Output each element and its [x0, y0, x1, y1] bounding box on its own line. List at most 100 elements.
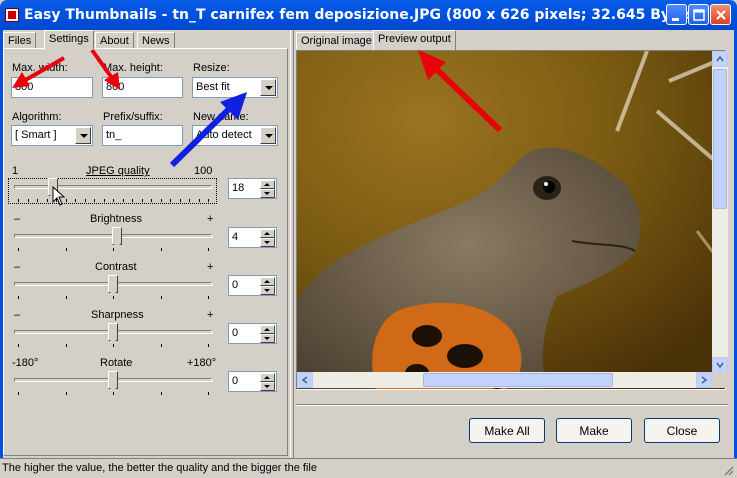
app-icon[interactable] — [5, 8, 19, 22]
preview-image[interactable] — [296, 50, 726, 390]
close-window-button[interactable] — [710, 4, 731, 25]
contrast-label: Contrast — [95, 261, 137, 273]
jpeg-quality-label: JPEG quality — [86, 165, 150, 177]
max-height-input[interactable]: 800 — [102, 77, 183, 98]
jpeg-slider[interactable] — [14, 185, 212, 189]
slider-tick — [170, 199, 171, 202]
new-name-label: New name: — [193, 111, 249, 123]
rotate-slider-thumb[interactable] — [108, 371, 118, 393]
resize-grip-icon[interactable] — [722, 464, 734, 476]
slider-tick — [18, 296, 19, 299]
horizontal-scroll-thumb[interactable] — [423, 373, 613, 387]
new-name-select[interactable]: Auto detect — [192, 125, 278, 146]
make-button[interactable]: Make — [556, 418, 632, 443]
tab-files[interactable]: Files — [3, 32, 37, 49]
algorithm-select[interactable]: [ Smart ] — [11, 125, 93, 146]
sharpness-spinner[interactable]: 0 — [228, 323, 277, 344]
slider-tick — [18, 344, 19, 347]
jpeg-quality-spinner[interactable]: 18 — [228, 178, 277, 199]
rotate-slider-ticks — [18, 392, 209, 395]
sharpness-label: Sharpness — [91, 309, 144, 321]
mouse-cursor-icon — [52, 186, 66, 206]
slider-tick — [66, 296, 67, 299]
contrast-min-label: – — [14, 261, 21, 273]
brightness-slider-thumb[interactable] — [112, 227, 122, 249]
tab-original-image[interactable]: Original image — [296, 32, 377, 49]
slider-tick — [113, 248, 114, 251]
scroll-right-icon[interactable] — [696, 372, 712, 388]
vertical-scroll-thumb[interactable] — [713, 69, 727, 209]
chevron-down-icon[interactable] — [260, 127, 276, 144]
slider-tick — [66, 344, 67, 347]
spin-down-icon[interactable] — [260, 238, 275, 247]
resize-select[interactable]: Best fit — [192, 77, 278, 98]
rotate-spinner[interactable]: 0 — [228, 371, 277, 392]
window-title: Easy Thumbnails - tn_T carnifex fem depo… — [24, 7, 701, 23]
tab-news[interactable]: News — [137, 32, 175, 49]
sharpness-slider-thumb[interactable] — [108, 323, 118, 345]
jpeg-slider-ticks — [18, 199, 209, 202]
make-all-button[interactable]: Make All — [469, 418, 545, 443]
slider-tick — [113, 392, 114, 395]
tab-about[interactable]: About — [95, 32, 134, 49]
spin-up-icon[interactable] — [260, 229, 275, 238]
resize-label: Resize: — [193, 62, 230, 74]
prefix-input[interactable]: tn_ — [102, 125, 183, 146]
slider-tick — [132, 199, 133, 202]
slider-tick — [66, 248, 67, 251]
newt-photo — [297, 51, 725, 389]
max-width-input[interactable]: 800 — [11, 77, 93, 98]
slider-tick — [189, 199, 190, 202]
slider-tick — [104, 199, 105, 202]
scroll-left-icon[interactable] — [297, 372, 313, 388]
slider-tick — [161, 296, 162, 299]
brightness-max-label: + — [207, 213, 214, 225]
brightness-label: Brightness — [90, 213, 142, 225]
slider-tick — [199, 199, 200, 202]
slider-tick — [208, 344, 209, 347]
spin-up-icon[interactable] — [260, 373, 275, 382]
slider-tick — [18, 199, 19, 202]
contrast-spinner[interactable]: 0 — [228, 275, 277, 296]
vertical-scrollbar[interactable] — [712, 51, 728, 373]
slider-tick — [85, 199, 86, 202]
button-separator — [296, 404, 728, 406]
spin-down-icon[interactable] — [260, 382, 275, 391]
scroll-up-icon[interactable] — [712, 51, 728, 67]
brightness-spinner[interactable]: 4 — [228, 227, 277, 248]
spin-down-icon[interactable] — [260, 334, 275, 343]
slider-tick — [161, 344, 162, 347]
scroll-down-icon[interactable] — [712, 357, 728, 373]
close-button[interactable]: Close — [644, 418, 720, 443]
chevron-down-icon[interactable] — [75, 127, 91, 144]
slider-tick — [161, 392, 162, 395]
sharpness-max-label: + — [207, 309, 214, 321]
minimize-button[interactable] — [666, 4, 687, 25]
contrast-slider-thumb[interactable] — [108, 275, 118, 297]
chevron-down-icon[interactable] — [260, 79, 276, 96]
slider-tick — [208, 199, 209, 202]
slider-tick — [18, 248, 19, 251]
tab-settings[interactable]: Settings — [44, 30, 94, 50]
spin-up-icon[interactable] — [260, 325, 275, 334]
tab-preview-output[interactable]: Preview output — [373, 30, 456, 50]
spin-down-icon[interactable] — [260, 286, 275, 295]
slider-tick — [142, 199, 143, 202]
spin-down-icon[interactable] — [260, 189, 275, 198]
title-bar[interactable]: Easy Thumbnails - tn_T carnifex fem depo… — [0, 0, 737, 30]
horizontal-scrollbar[interactable] — [297, 372, 712, 388]
rotate-max-label: +180° — [187, 357, 217, 369]
maximize-button[interactable] — [688, 4, 709, 25]
slider-tick — [37, 199, 38, 202]
slider-tick — [66, 392, 67, 395]
panel-splitter[interactable] — [290, 30, 294, 458]
rotate-min-label: -180° — [12, 357, 39, 369]
slider-tick — [161, 199, 162, 202]
slider-tick — [66, 199, 67, 202]
spin-up-icon[interactable] — [260, 180, 275, 189]
brightness-min-label: – — [14, 213, 21, 225]
spin-up-icon[interactable] — [260, 277, 275, 286]
sharpness-min-label: – — [14, 309, 21, 321]
rotate-label: Rotate — [100, 357, 133, 369]
slider-tick — [113, 344, 114, 347]
